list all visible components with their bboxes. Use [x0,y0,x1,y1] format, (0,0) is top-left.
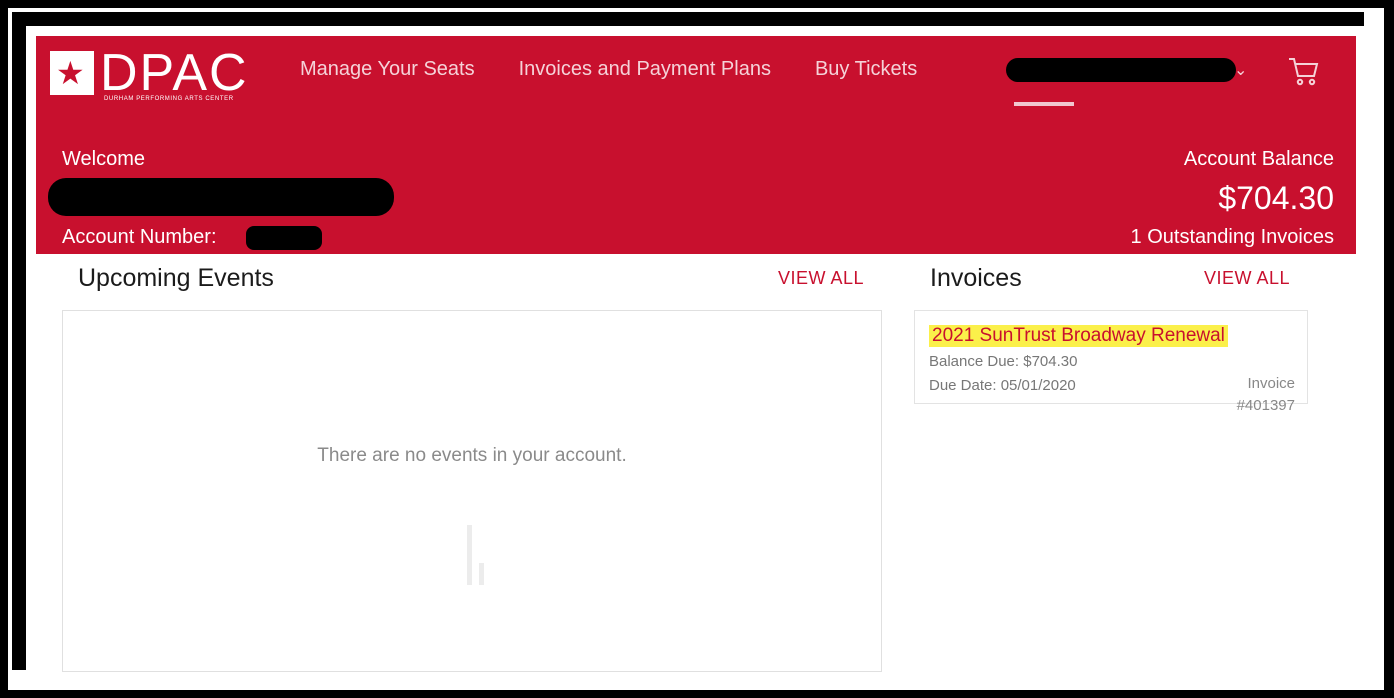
invoice-card[interactable]: 2021 SunTrust Broadway Renewal Balance D… [914,310,1308,414]
events-panel: There are no events in your account. [62,310,882,672]
logo-subtitle: DURHAM PERFORMING ARTS CENTER [104,96,234,102]
app-window: ★ DPAC DURHAM PERFORMING ARTS CENTER Man… [26,26,1366,672]
nav-links: Manage Your Seats Invoices and Payment P… [300,58,961,81]
events-view-all-link[interactable]: VIEW ALL [778,268,864,289]
invoices-view-all-link[interactable]: VIEW ALL [1204,268,1290,289]
nav-manage-seats[interactable]: Manage Your Seats [300,58,475,81]
nav-buy-tickets[interactable]: Buy Tickets [815,58,917,81]
redacted-account-number [246,226,322,250]
account-summary-band: Welcome Account Number: Account Balance … [36,134,1356,254]
redacted-user-name [48,178,394,216]
invoice-number-value: #401397 [1236,397,1295,414]
events-empty-message: There are no events in your account. [317,445,627,466]
invoice-balance-due: Balance Due: $704.30 [929,353,1078,370]
invoices-title: Invoices [930,264,1022,292]
nav-active-underline [1014,102,1074,106]
redacted-user-menu[interactable] [1006,58,1236,82]
logo-star-icon: ★ [50,51,94,95]
account-balance-value: $704.30 [1218,180,1334,216]
chevron-down-icon[interactable]: ⌄ [1234,60,1247,80]
invoice-due-date: Due Date: 05/01/2020 [929,377,1076,394]
outstanding-invoices-link[interactable]: 1 Outstanding Invoices [1131,226,1334,249]
account-number-label: Account Number: [62,226,217,248]
logo-text: DPAC [100,44,249,102]
invoice-number: Invoice #401397 [1215,373,1295,417]
dpac-logo[interactable]: ★ DPAC DURHAM PERFORMING ARTS CENTER [50,44,260,102]
cart-icon[interactable] [1286,54,1320,88]
upcoming-events-title: Upcoming Events [78,264,274,292]
invoice-number-label: Invoice [1247,375,1295,392]
account-balance-label: Account Balance [1183,148,1334,170]
invoice-title-link[interactable]: 2021 SunTrust Broadway Renewal [929,325,1228,347]
nav-invoices-payment-plans[interactable]: Invoices and Payment Plans [519,58,771,81]
welcome-label: Welcome [62,148,145,170]
top-nav: ★ DPAC DURHAM PERFORMING ARTS CENTER Man… [36,36,1356,135]
